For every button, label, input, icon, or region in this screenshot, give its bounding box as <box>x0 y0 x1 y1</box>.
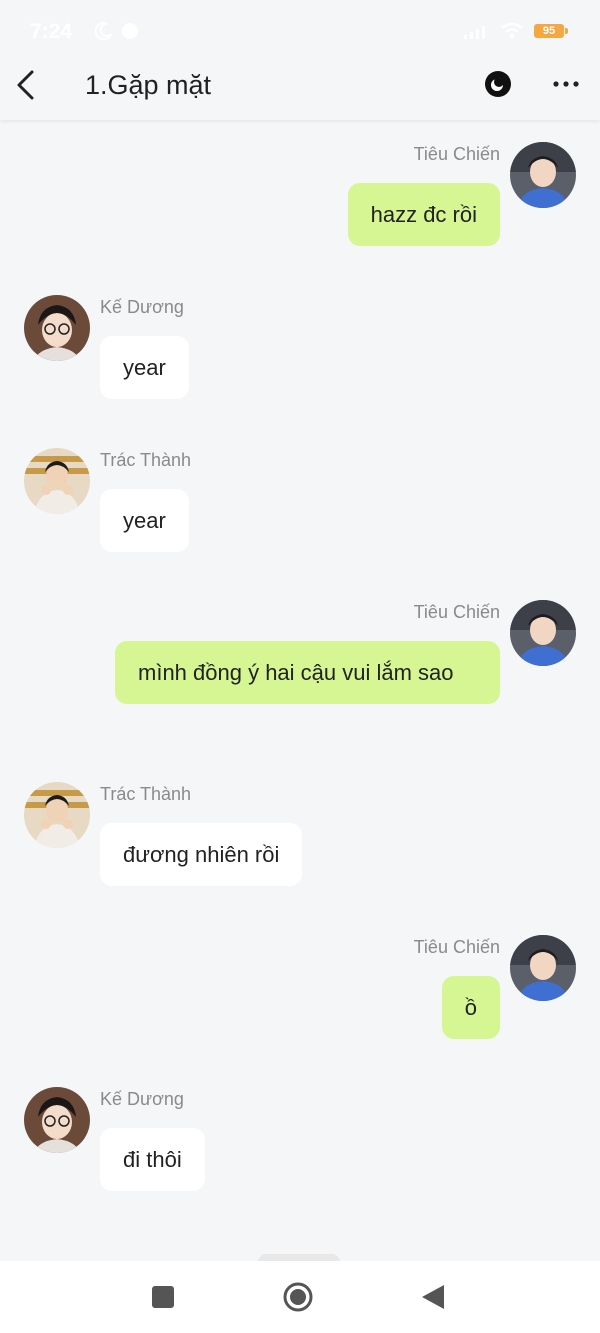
avatar-trac-thanh[interactable] <box>24 448 90 514</box>
system-nav-bar <box>0 1261 600 1333</box>
message-bubble[interactable]: đi thôi <box>100 1128 205 1191</box>
triangle-back-icon <box>422 1285 444 1309</box>
message-bubble[interactable]: year <box>100 489 189 552</box>
moon-icon <box>95 22 112 40</box>
battery-indicator: 95 <box>534 24 568 38</box>
more-horizontal-icon <box>553 81 579 87</box>
chat-message-list[interactable]: Tiêu Chiến hazz đc rồi Kế Dương year Trá… <box>0 122 600 1257</box>
chevron-left-icon <box>17 70 34 100</box>
message-bubble[interactable]: đương nhiên rồi <box>100 823 303 886</box>
message-bubble[interactable]: hazz đc rồi <box>347 183 500 246</box>
avatar-tieu-chien[interactable] <box>510 935 576 1001</box>
avatar-ke-duong[interactable] <box>24 295 90 361</box>
sender-name: Trác Thành <box>100 450 192 470</box>
page-title: 1.Gặp mặt <box>85 70 212 100</box>
message-bubble[interactable]: ồ <box>441 976 500 1039</box>
chat-header: 1.Gặp mặt <box>0 50 600 120</box>
square-icon <box>152 1286 174 1308</box>
avatar-trac-thanh[interactable] <box>24 782 90 848</box>
sender-name: Tiêu Chiến <box>413 937 500 957</box>
sender-name: Trác Thành <box>100 784 192 804</box>
sender-name: Kế Dương <box>100 1089 184 1109</box>
eye-icon <box>485 71 511 97</box>
circle-icon <box>283 1282 313 1312</box>
back-button[interactable] <box>14 68 38 102</box>
eye-toggle-button[interactable] <box>484 70 512 98</box>
avatar-tieu-chien[interactable] <box>510 142 576 208</box>
home-button[interactable] <box>282 1281 314 1313</box>
wifi-icon <box>501 22 523 39</box>
avatar-tieu-chien[interactable] <box>510 600 576 666</box>
status-left-icons <box>95 22 139 40</box>
message-bubble[interactable]: mình đồng ý hai cậu vui lắm sao <box>115 641 500 704</box>
sender-name: Tiêu Chiến <box>413 602 500 622</box>
notification-icon <box>122 23 138 39</box>
sender-name: Tiêu Chiến <box>413 144 500 164</box>
sender-name: Kế Dương <box>100 297 184 317</box>
signal-icon <box>464 26 485 39</box>
message-bubble[interactable]: year <box>100 336 189 399</box>
status-time: 7:24 <box>30 20 73 43</box>
status-right: 95 <box>464 22 568 40</box>
more-options-button[interactable] <box>552 72 580 96</box>
nav-back-button[interactable] <box>418 1281 450 1313</box>
recents-button[interactable] <box>147 1281 179 1313</box>
avatar-ke-duong[interactable] <box>24 1087 90 1153</box>
